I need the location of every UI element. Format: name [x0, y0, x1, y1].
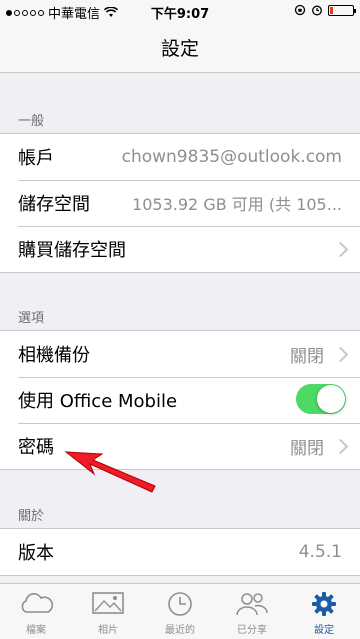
- page-title: 設定: [160, 38, 199, 60]
- chevron-right-icon: [332, 438, 349, 455]
- tab-label: 設定: [314, 625, 334, 636]
- rotation-lock-icon: [294, 4, 306, 16]
- toggle-knob: [317, 385, 345, 413]
- passcode-label: 密碼: [18, 437, 54, 458]
- cloud-icon: [21, 593, 54, 613]
- tab-label: 最近的: [165, 625, 195, 636]
- passcode-value: 關閉: [290, 438, 324, 459]
- status-bar: 中華電信 下午9:07: [0, 0, 360, 22]
- account-label: 帳戶: [18, 148, 54, 169]
- photo-icon: [92, 592, 124, 614]
- tab-files[interactable]: 檔案: [0, 584, 72, 639]
- tab-label: 已分享: [237, 625, 267, 636]
- people-icon: [236, 593, 268, 616]
- section-header-general: 一般: [18, 114, 45, 129]
- camera-backup-row[interactable]: 相機備份 關閉: [0, 331, 360, 377]
- navigation-bar: 設定: [0, 22, 360, 73]
- tab-recent[interactable]: 最近的: [144, 584, 216, 639]
- group-general: 帳戶 chown9835@outlook.com 儲存空間 1053.92 GB…: [0, 133, 360, 273]
- buy-storage-row[interactable]: 購買儲存空間: [0, 226, 360, 272]
- tab-shared[interactable]: 已分享: [216, 584, 288, 639]
- battery-icon: [328, 4, 356, 16]
- version-label: 版本: [18, 543, 54, 564]
- office-mobile-toggle[interactable]: [296, 384, 346, 414]
- storage-label: 儲存空間: [18, 194, 90, 215]
- status-right: [294, 4, 356, 16]
- camera-backup-value: 關閉: [290, 346, 324, 367]
- group-about: 版本 4.5.1: [0, 528, 360, 576]
- clock-icon: [168, 592, 192, 616]
- chevron-right-icon: [332, 241, 349, 258]
- gear-icon: [312, 592, 336, 616]
- version-row: 版本 4.5.1: [0, 529, 360, 575]
- office-mobile-row: 使用 Office Mobile: [0, 377, 360, 423]
- account-row[interactable]: 帳戶 chown9835@outlook.com: [0, 134, 360, 180]
- version-value: 4.5.1: [298, 542, 342, 562]
- storage-value: 1053.92 GB 可用 (共 105...: [132, 195, 342, 214]
- account-value: chown9835@outlook.com: [121, 147, 342, 167]
- section-header-options: 選項: [18, 311, 45, 326]
- camera-backup-label: 相機備份: [18, 345, 90, 366]
- office-mobile-label: 使用 Office Mobile: [18, 391, 178, 412]
- tab-label: 檔案: [26, 625, 46, 636]
- tab-bar: 檔案 相片 最近的 已分享 設定: [0, 583, 360, 639]
- tab-label: 相片: [98, 625, 118, 636]
- group-options: 相機備份 關閉 使用 Office Mobile 密碼 關閉: [0, 330, 360, 470]
- buy-storage-label: 購買儲存空間: [18, 240, 126, 261]
- alarm-icon: [312, 5, 322, 16]
- chevron-right-icon: [332, 346, 349, 363]
- passcode-row[interactable]: 密碼 關閉: [0, 423, 360, 469]
- tab-photos[interactable]: 相片: [72, 584, 144, 639]
- storage-row[interactable]: 儲存空間 1053.92 GB 可用 (共 105...: [0, 180, 360, 226]
- section-header-about: 關於: [18, 509, 45, 524]
- tab-settings[interactable]: 設定: [288, 584, 360, 639]
